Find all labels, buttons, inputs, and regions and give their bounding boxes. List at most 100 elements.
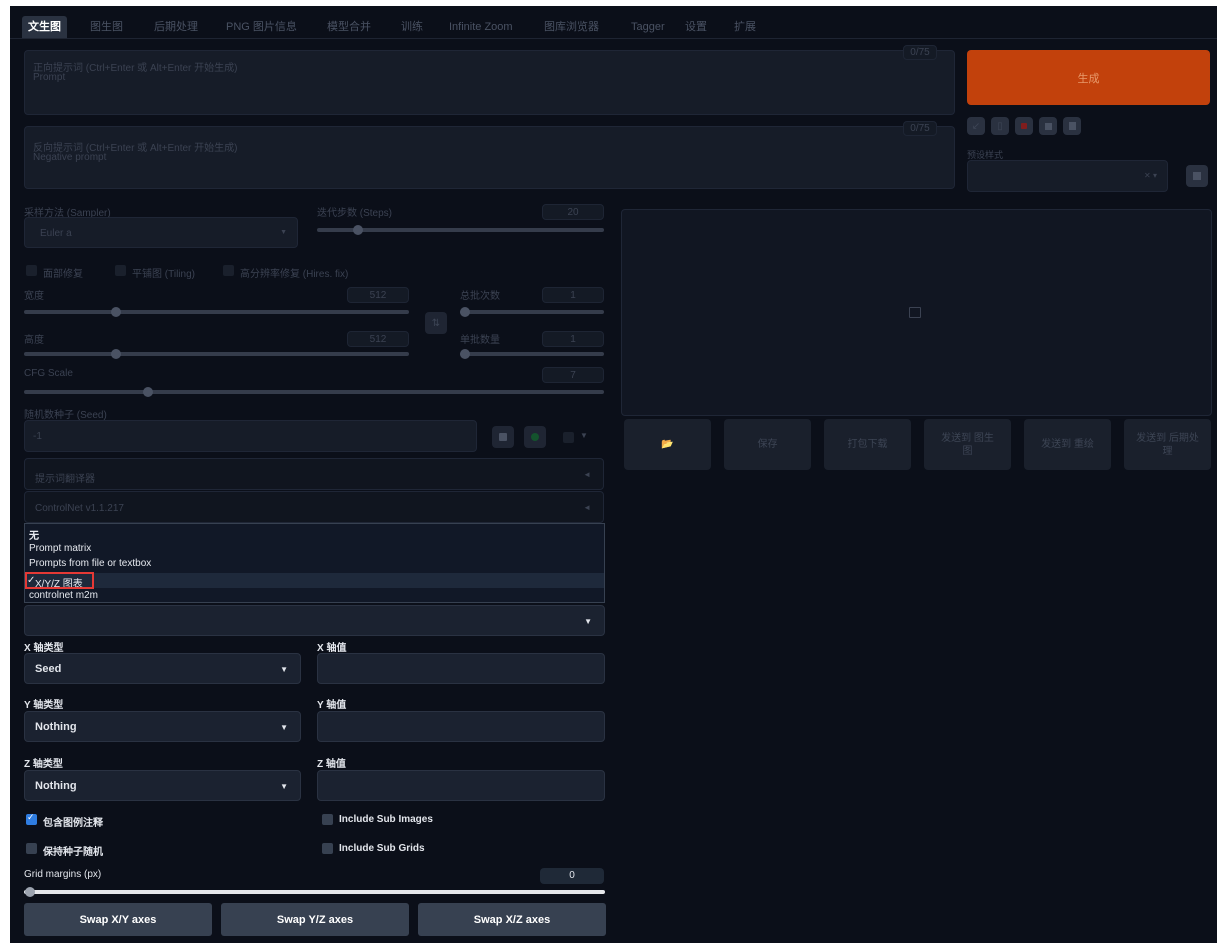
prompt-input[interactable]: 正向提示词 (Ctrl+Enter 或 Alt+Enter 开始生成) Prom… (24, 50, 955, 115)
tab-gallery[interactable]: 图库浏览器 (538, 16, 605, 38)
cfg-slider-thumb[interactable] (143, 387, 153, 397)
save-button[interactable]: 保存 (724, 419, 811, 470)
batch-count-label: 总批次数 (460, 291, 500, 302)
y-axis-type-select[interactable]: Nothing ▼ (24, 711, 301, 742)
menu-item-none[interactable]: 无 (29, 527, 39, 542)
caret-down-icon: ▼ (280, 782, 288, 791)
z-axis-values-input[interactable] (317, 770, 605, 801)
tab-img2img[interactable]: 图生图 (84, 16, 129, 38)
tab-train[interactable]: 训练 (395, 16, 429, 38)
caret-down-icon: ▼ (280, 665, 288, 674)
seed-input[interactable]: -1 (24, 420, 477, 452)
preset-select[interactable]: ✕ ▾ (967, 160, 1168, 192)
width-slider-thumb[interactable] (111, 307, 121, 317)
recycle-icon (531, 433, 539, 441)
preset-save-button[interactable] (1186, 165, 1208, 187)
steps-slider-thumb[interactable] (353, 225, 363, 235)
caret-down-icon: ▼ (584, 617, 592, 626)
tab-png-info[interactable]: PNG 图片信息 (220, 16, 303, 38)
tab-txt2img[interactable]: 文生图 (22, 16, 67, 38)
x-axis-type-select[interactable]: Seed ▼ (24, 653, 301, 684)
open-folder-button[interactable]: 📂 (624, 419, 711, 470)
keep-seed-random-checkbox[interactable] (26, 843, 37, 854)
steps-value[interactable]: 20 (542, 204, 604, 220)
include-legend-label: 包含图例注释 (43, 818, 103, 829)
apply-style-button[interactable] (1039, 117, 1057, 135)
y-axis-type-label: Y 轴类型 (24, 700, 64, 711)
negative-prompt-input[interactable]: 反向提示词 (Ctrl+Enter 或 Alt+Enter 开始生成) Nega… (24, 126, 955, 189)
output-gallery (621, 209, 1212, 416)
read-params-button[interactable]: ↙ (967, 117, 985, 135)
menu-item-controlnet-m2m[interactable]: controlnet m2m (29, 590, 98, 601)
swap-yz-button[interactable]: Swap Y/Z axes (221, 903, 409, 936)
cfg-value[interactable]: 7 (542, 367, 604, 383)
grid-margins-label: Grid margins (px) (24, 869, 102, 880)
preset-clear-icon[interactable]: ✕ ▾ (1144, 171, 1157, 180)
batch-count-slider[interactable] (460, 310, 604, 314)
trash-button[interactable]: ▯ (991, 117, 1009, 135)
tab-tagger[interactable]: Tagger (625, 16, 671, 38)
prompt-translator-accordion[interactable]: 提示词翻译器 ◄ (24, 458, 604, 490)
check-icon: ✓ (27, 812, 35, 822)
sampler-select[interactable]: Euler a ▼ (24, 217, 298, 248)
collapse-arrow-icon: ◄ (583, 470, 591, 479)
tab-infinite-zoom[interactable]: Infinite Zoom (443, 16, 519, 38)
random-seed-button[interactable] (492, 426, 514, 448)
send-to-extras-button[interactable]: 发送到 后期处理 (1124, 419, 1211, 470)
height-slider-thumb[interactable] (111, 349, 121, 359)
face-restore-checkbox[interactable] (26, 265, 37, 276)
x-axis-values-input[interactable] (317, 653, 605, 684)
cfg-slider[interactable] (24, 390, 604, 394)
tab-extensions[interactable]: 扩展 (728, 16, 762, 38)
height-label: 高度 (24, 335, 44, 346)
floppy-icon (1068, 122, 1076, 130)
save-style-button[interactable] (1063, 117, 1081, 135)
webui-app: 文生图 图生图 后期处理 PNG 图片信息 模型合并 训练 Infinite Z… (10, 6, 1217, 943)
steps-label: 迭代步数 (Steps) (317, 208, 393, 219)
hires-checkbox[interactable] (223, 265, 234, 276)
hires-label: 高分辨率修复 (Hires. fix) (240, 269, 349, 280)
menu-item-prompt-matrix[interactable]: Prompt matrix (29, 543, 91, 554)
reuse-seed-button[interactable] (524, 426, 546, 448)
batch-size-slider[interactable] (460, 352, 604, 356)
batch-count-thumb[interactable] (460, 307, 470, 317)
include-legend-checkbox[interactable]: ✓ (26, 812, 37, 825)
tab-extras[interactable]: 后期处理 (148, 16, 204, 38)
height-slider[interactable] (24, 352, 409, 356)
z-axis-type-select[interactable]: Nothing ▼ (24, 770, 301, 801)
swap-xz-button[interactable]: Swap X/Z axes (418, 903, 606, 936)
width-slider[interactable] (24, 310, 409, 314)
tiling-label: 平铺图 (Tiling) (132, 269, 195, 280)
swap-dimensions-button[interactable]: ⇅ (425, 312, 447, 334)
swap-xy-button[interactable]: Swap X/Y axes (24, 903, 212, 936)
width-value[interactable]: 512 (347, 287, 409, 303)
zip-download-button[interactable]: 打包下载 (824, 419, 911, 470)
extra-networks-button[interactable] (1015, 117, 1033, 135)
red-card-icon (1021, 123, 1027, 129)
height-value[interactable]: 512 (347, 331, 409, 347)
tiling-checkbox[interactable] (115, 265, 126, 276)
extra-seed-checkbox[interactable] (563, 432, 574, 443)
y-axis-values-input[interactable] (317, 711, 605, 742)
grid-margins-slider[interactable] (24, 890, 605, 894)
include-sub-grids-checkbox[interactable] (322, 843, 333, 854)
include-sub-images-checkbox[interactable] (322, 814, 333, 825)
seed-value: -1 (33, 431, 42, 442)
script-select[interactable]: ▼ (24, 605, 605, 636)
send-to-inpaint-button[interactable]: 发送到 重绘 (1024, 419, 1111, 470)
floppy-icon (1193, 172, 1201, 180)
batch-size-thumb[interactable] (460, 349, 470, 359)
tab-settings[interactable]: 设置 (679, 16, 713, 38)
generate-button[interactable]: 生成 (967, 50, 1210, 105)
controlnet-accordion[interactable]: ControlNet v1.1.217 ◄ (24, 491, 604, 523)
arrow-icon: ↙ (971, 120, 981, 132)
tab-divider (10, 38, 1217, 39)
grid-margins-value[interactable]: 0 (540, 868, 604, 884)
batch-size-value[interactable]: 1 (542, 331, 604, 347)
tab-merge[interactable]: 模型合并 (321, 16, 377, 38)
batch-count-value[interactable]: 1 (542, 287, 604, 303)
menu-item-prompts-from-file[interactable]: Prompts from file or textbox (29, 558, 151, 569)
image-placeholder-icon (909, 307, 921, 318)
send-to-img2img-button[interactable]: 发送到 图生图 (924, 419, 1011, 470)
grid-margins-thumb[interactable] (25, 887, 35, 897)
